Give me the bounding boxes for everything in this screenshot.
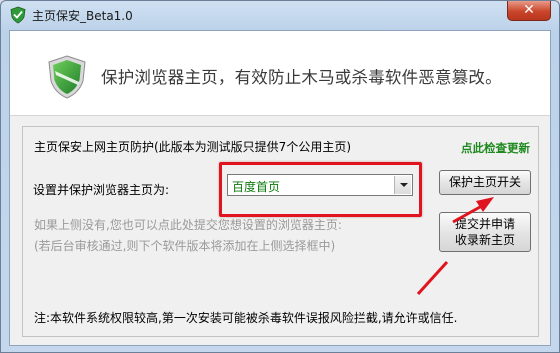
close-button[interactable]: ✕ xyxy=(507,1,551,21)
homepage-label: 设置并保护浏览器主页为: xyxy=(33,183,170,197)
highlight-box xyxy=(219,162,422,217)
check-update-link[interactable]: 点此检查更新 xyxy=(461,140,530,156)
submit-hint-text[interactable]: 如果上侧没有,您也可以点此处提交您想设置的浏览器主页: xyxy=(34,216,342,233)
client-area: 保护浏览器主页，有效防止木马或杀毒软件恶意篡改。 主页保安上网主页防护(此版本为… xyxy=(9,30,551,346)
review-hint-text: (若后台审核通过,则下个软件版本将添加在上侧选择框中) xyxy=(34,239,336,253)
submit-button-line1: 提交并申请 xyxy=(454,217,515,231)
submit-homepage-button[interactable]: 提交并申请 收录新主页 xyxy=(439,212,531,252)
warning-note: 注:本软件系统权限较高,第一次安装可能被杀毒软件误报风险拦截,请允许或信任. xyxy=(34,311,458,325)
app-window: 主页保安_Beta1.0 ✕ 保护浏览器主页，有效防止木马或杀毒软件恶意篡改。 … xyxy=(0,0,560,353)
submit-button-line2: 收录新主页 xyxy=(454,233,515,247)
settings-group: 主页保安上网主页防护(此版本为测试版只提供7个公用主页) 点此检查更新 设置并保… xyxy=(22,126,539,337)
info-text: 主页保安上网主页防护(此版本为测试版只提供7个公用主页) xyxy=(34,140,352,154)
shield-check-icon xyxy=(48,55,86,99)
shield-icon xyxy=(10,6,26,24)
header-divider xyxy=(10,115,550,116)
protect-toggle-button[interactable]: 保护主页开关 xyxy=(439,170,531,195)
header-banner: 保护浏览器主页，有效防止木马或杀毒软件恶意篡改。 xyxy=(10,31,550,115)
title-bar[interactable]: 主页保安_Beta1.0 ✕ xyxy=(1,1,559,29)
header-tagline: 保护浏览器主页，有效防止木马或杀毒软件恶意篡改。 xyxy=(101,68,502,87)
window-title: 主页保安_Beta1.0 xyxy=(32,9,133,23)
